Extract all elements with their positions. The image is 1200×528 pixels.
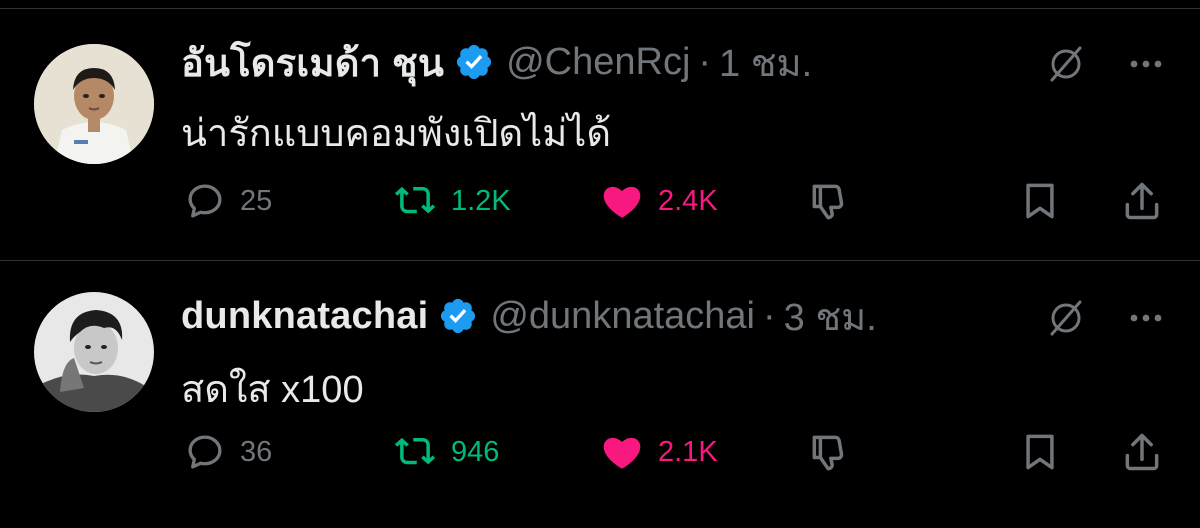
retweet-icon — [394, 437, 436, 465]
avatar[interactable] — [34, 292, 154, 412]
display-name[interactable]: อันโดรเมด้า ชุน — [181, 32, 444, 93]
reply-button[interactable]: 25 — [184, 179, 272, 223]
share-upload-icon — [1125, 182, 1159, 220]
more-options-button[interactable] — [1122, 294, 1170, 342]
share-upload-icon — [1125, 433, 1159, 471]
retweet-button[interactable]: 946 — [393, 430, 499, 474]
timestamp[interactable]: 1 ชม. — [719, 32, 812, 93]
verified-badge-icon — [454, 42, 494, 82]
user-handle[interactable]: @ChenRcj — [506, 41, 690, 84]
tweet-header: อันโดรเมด้า ชุน @ChenRcj · 1 ชม. — [181, 34, 812, 90]
retweet-count: 946 — [451, 435, 500, 468]
reply-count: 36 — [240, 435, 273, 468]
retweet-count: 1.2K — [451, 184, 511, 217]
tweet-card[interactable]: อันโดรเมด้า ชุน @ChenRcj · 1 ชม. น่ารักแ… — [0, 34, 1200, 274]
like-button[interactable]: 2.4K — [600, 179, 718, 223]
ellipsis-icon — [1130, 314, 1162, 322]
dislike-button[interactable] — [807, 430, 851, 474]
bookmark-icon — [1026, 183, 1054, 219]
tweet-text: สดใส x100 — [181, 369, 364, 411]
thumbs-down-icon — [812, 435, 844, 471]
avatar-photo-man-portrait — [34, 292, 154, 412]
like-count: 2.4K — [658, 184, 718, 217]
bookmark-button[interactable] — [1018, 430, 1062, 474]
retweet-button[interactable]: 1.2K — [393, 179, 511, 223]
reply-count: 25 — [240, 184, 273, 217]
like-count: 2.1K — [658, 435, 718, 468]
grok-slash-circle-icon[interactable] — [1042, 294, 1090, 342]
ellipsis-icon — [1130, 60, 1162, 68]
top-divider — [0, 8, 1200, 9]
heart-icon — [603, 437, 641, 469]
dislike-button[interactable] — [807, 179, 851, 223]
tweet-divider — [0, 260, 1200, 261]
retweet-icon — [394, 186, 436, 214]
heart-icon — [603, 186, 641, 218]
share-button[interactable] — [1120, 430, 1164, 474]
thumbs-down-icon — [812, 184, 844, 220]
timestamp[interactable]: 3 ชม. — [784, 286, 877, 347]
tweet-card[interactable]: dunknatachai @dunknatachai · 3 ชม. สดใส … — [0, 288, 1200, 528]
share-button[interactable] — [1120, 179, 1164, 223]
verified-badge-icon — [438, 296, 478, 336]
user-handle[interactable]: @dunknatachai — [490, 295, 755, 338]
reply-bubble-icon — [188, 184, 222, 218]
bookmark-button[interactable] — [1018, 179, 1062, 223]
reply-button[interactable]: 36 — [184, 430, 272, 474]
separator-dot: · — [698, 40, 712, 83]
tweet-header: dunknatachai @dunknatachai · 3 ชม. — [181, 288, 877, 344]
tweet-text: น่ารักแบบคอมพังเปิดไม่ได้ — [181, 113, 612, 155]
reply-bubble-icon — [188, 435, 222, 469]
display-name[interactable]: dunknatachai — [181, 295, 428, 338]
like-button[interactable]: 2.1K — [600, 430, 718, 474]
grok-slash-circle-icon[interactable] — [1042, 40, 1090, 88]
bookmark-icon — [1026, 434, 1054, 470]
avatar[interactable] — [34, 44, 154, 164]
avatar-photo-school-boy — [34, 44, 154, 164]
separator-dot: · — [763, 294, 776, 337]
more-options-button[interactable] — [1122, 40, 1170, 88]
